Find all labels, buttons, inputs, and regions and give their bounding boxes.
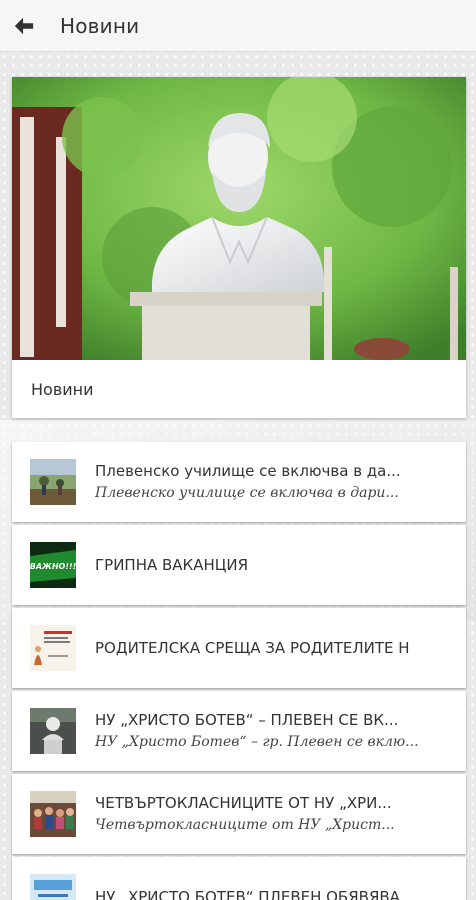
news-thumbnail [30,791,76,837]
news-thumbnail [30,625,76,671]
monument-photo [30,708,76,754]
news-list: Плевенско училище се включва в да... Пле… [12,442,466,900]
page-title: Новини [60,13,140,38]
important-icon: ВАЖНО!!! [30,542,76,588]
hero-image [12,77,466,360]
news-subtitle: Плевенско училище се включва в дари... [95,485,399,501]
hero-card[interactable]: Новини [12,77,466,418]
classroom-photo [30,791,76,837]
news-item[interactable]: Плевенско училище се включва в да... Пле… [12,442,466,522]
blue-photo [30,874,76,900]
app-bar: Новини [0,0,476,52]
field-photo [30,459,76,505]
news-title: НУ „ХРИСТО БОТЕВ“ – ПЛЕВЕН СЕ ВК... [95,711,399,729]
news-title: ГРИПНА ВАКАНЦИЯ [95,556,249,574]
important-label: ВАЖНО!!! [30,562,76,571]
news-thumbnail [30,459,76,505]
hero-caption: Новини [31,379,94,399]
news-title: ЧЕТВЪРТОКЛАСНИЦИТЕ ОТ НУ „ХРИ... [95,794,392,812]
news-subtitle: Четвъртокласниците от НУ „Христ... [95,817,395,833]
news-item[interactable]: НУ „ХРИСТО БОТЕВ“ – ПЛЕВЕН СЕ ВК... НУ „… [12,691,466,771]
news-item[interactable]: РОДИТЕЛСКА СРЕЩА ЗА РОДИТЕЛИТЕ Н [12,608,466,688]
news-title: Плевенско училище се включва в да... [95,462,401,480]
news-title: НУ „ХРИСТО БОТЕВ“ ПЛЕВЕН ОБЯВЯВА [95,888,400,900]
news-thumbnail [30,708,76,754]
news-item[interactable]: ЧЕТВЪРТОКЛАСНИЦИТЕ ОТ НУ „ХРИ... Четвърт… [12,774,466,854]
news-title: РОДИТЕЛСКА СРЕЩА ЗА РОДИТЕЛИТЕ Н [95,639,410,657]
arrow-left-icon [14,17,34,34]
news-item[interactable]: ВАЖНО!!! ГРИПНА ВАКАНЦИЯ [12,525,466,605]
news-subtitle: НУ „Христо Ботев“ – гр. Плевен се вклю..… [95,734,419,750]
bust-monument-photo [12,77,466,360]
poster-image [30,625,76,671]
news-item[interactable]: НУ „ХРИСТО БОТЕВ“ ПЛЕВЕН ОБЯВЯВА [12,857,466,900]
news-thumbnail: ВАЖНО!!! [30,542,76,588]
back-button[interactable] [2,0,46,52]
news-thumbnail [30,874,76,900]
